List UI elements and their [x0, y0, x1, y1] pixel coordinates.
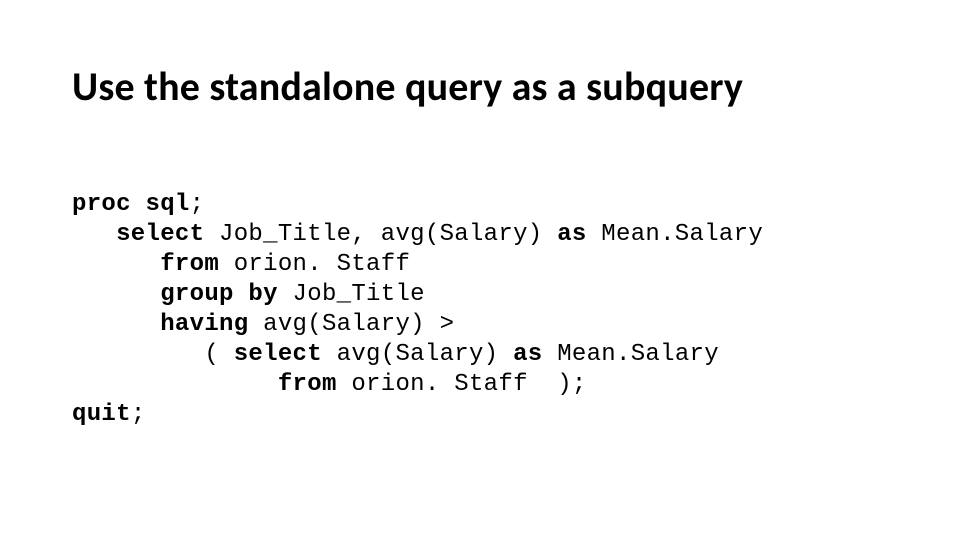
kw-proc-sql: proc sql: [72, 191, 190, 218]
kw-quit: quit: [72, 401, 131, 428]
code-text: Job_Title: [278, 281, 425, 308]
slide-title: Use the standalone query as a subquery: [72, 62, 743, 111]
code-text: ;: [131, 401, 146, 428]
code-text: orion. Staff: [219, 251, 410, 278]
kw-select: select: [116, 221, 204, 248]
code-text: avg(Salary) >: [248, 311, 454, 338]
kw-having: having: [160, 311, 248, 338]
code-block: proc sql; select Job_Title, avg(Salary) …: [72, 190, 763, 430]
slide: Use the standalone query as a subquery p…: [0, 0, 960, 540]
kw-select: select: [234, 341, 322, 368]
code-text: Mean.Salary: [587, 221, 763, 248]
code-indent: [72, 311, 160, 338]
kw-from: from: [278, 371, 337, 398]
kw-from: from: [160, 251, 219, 278]
code-text: avg(Salary): [322, 341, 513, 368]
code-text: orion. Staff );: [337, 371, 587, 398]
code-indent: [72, 251, 160, 278]
code-indent: (: [72, 341, 234, 368]
kw-as: as: [557, 221, 586, 248]
code-text: ;: [190, 191, 205, 218]
code-indent: [72, 371, 278, 398]
code-indent: [72, 281, 160, 308]
code-text: Job_Title, avg(Salary): [204, 221, 557, 248]
kw-group-by: group by: [160, 281, 278, 308]
code-indent: [72, 221, 116, 248]
code-text: Mean.Salary: [543, 341, 719, 368]
kw-as: as: [513, 341, 542, 368]
